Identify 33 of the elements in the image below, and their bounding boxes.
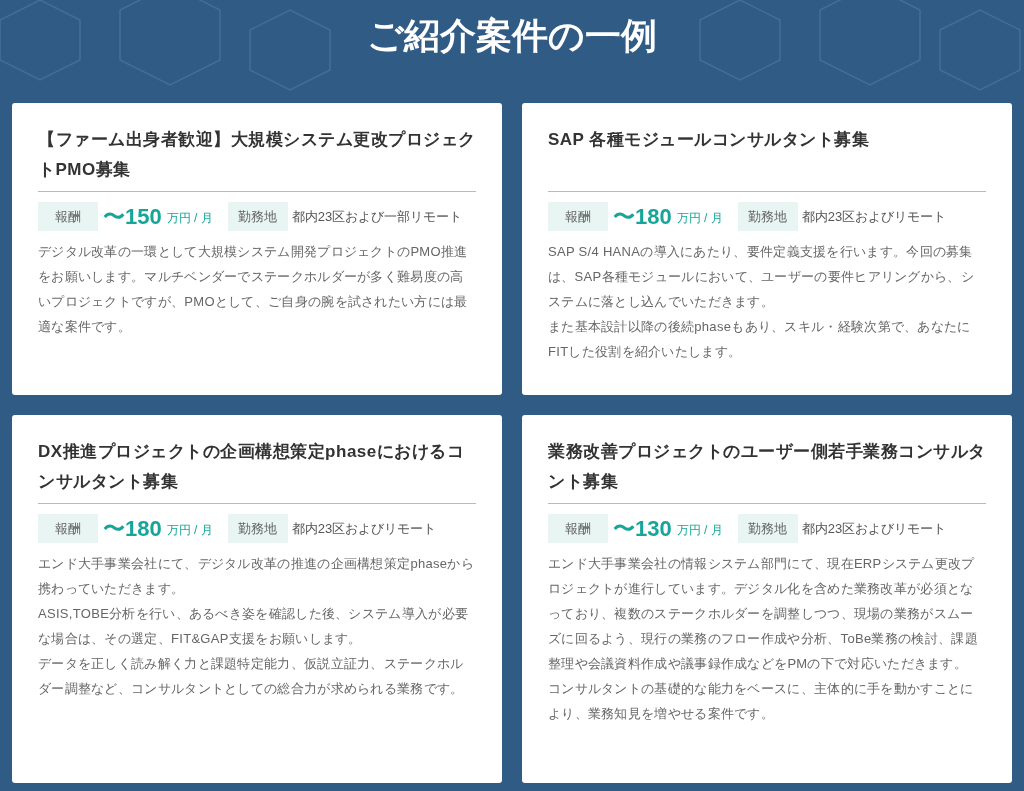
pay-amount: 〜180 (613, 203, 672, 231)
pay-unit: 万円 / 月 (166, 522, 213, 539)
pay-unit: 万円 / 月 (676, 522, 723, 539)
pay-amount: 〜130 (613, 515, 672, 543)
location-text: 都内23区およびリモート (801, 207, 947, 226)
location-label: 勤務地 (737, 202, 798, 231)
pay-label: 報酬 (38, 514, 98, 543)
job-title: DX推進プロジェクトの企画構想策定phaseにおけるコンサルタント募集 (38, 441, 466, 493)
pay-amount: 〜180 (103, 515, 162, 543)
job-description: コンサルタントの基礎的な能力をベースに、主体的に手を動かすことにより、業務知見を増やせる案件です。 (548, 680, 975, 723)
pay-label: 報酬 (548, 514, 608, 543)
job-title: 業務改善プロジェクトのユーザー側若手業務コンサルタント募集 (548, 441, 986, 493)
job-title: SAP 各種モジュールコンサルタント募集 (548, 129, 871, 151)
job-description: SAP S/4 HANAの導入にあたり、要件定義支援を行います。今回の募集は、SAP各種モジュールにおいて、ユーザーの要件ヒアリングから、システムに落とし込んでいただきます。 (548, 243, 975, 311)
job-description: また基本設計以降の後続phaseもあり、スキル・経験次第で、あなたにFITした役割を紹介いたします。 (548, 318, 972, 361)
pay-unit: 万円 / 月 (676, 210, 723, 227)
location-label: 勤務地 (737, 514, 798, 543)
pay-amount: 〜150 (103, 203, 162, 231)
location-text: 都内23区および一部リモート (291, 207, 463, 226)
pay-unit: 万円 / 月 (166, 210, 213, 227)
page-heading: ご紹介案件の一例 (367, 14, 657, 58)
job-description: ASIS,TOBE分析を行い、あるべき姿を確認した後、システム導入が必要な場合は、その選定、FIT&GAP支援をお願いします。 (38, 605, 470, 648)
location-text: 都内23区およびリモート (291, 519, 437, 538)
location-label: 勤務地 (227, 202, 288, 231)
job-title: 【ファーム出身者歓迎】大規模システム更改プロジェクトPMO募集 (38, 129, 476, 181)
location-text: 都内23区およびリモート (801, 519, 947, 538)
job-description: エンド大手事業会社の情報システム部門にて、現在ERPシステム更改プロジェクトが進行しています。デジタル化を含めた業務改革が必須となっており、複数のステークホルダーを調整しつつ、現場の業務がスムーズに回るよう、現行の業務のフロー作成や分析、ToBe業務の検討、課題整理や会議資料作成や議事録作成などをPMの下で対応いただきます。 (548, 555, 979, 673)
job-description: デジタル改革の一環として大規模システム開発プロジェクトのPMO推進をお願いします。マルチベンダーでステークホルダーが多く難易度の高いプロジェクトですが、PMOとして、ご自身の腕を試されたい方には最適な案件です。 (38, 243, 469, 336)
pay-label: 報酬 (548, 202, 608, 231)
job-description: データを正しく読み解く力と課題特定能力、仮説立証力、ステークホルダー調整など、コンサルタントとしての総合力が求められる業務です。 (38, 655, 465, 698)
pay-label: 報酬 (38, 202, 98, 231)
location-label: 勤務地 (227, 514, 288, 543)
job-description: エンド大手事業会社にて、デジタル改革の推進の企画構想策定phaseから携わっていただきます。 (38, 555, 475, 598)
